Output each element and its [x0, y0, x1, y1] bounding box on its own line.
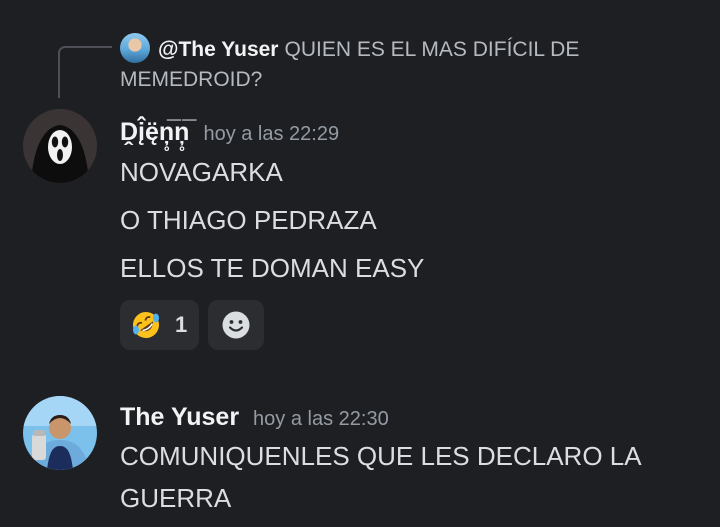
city-player-avatar-icon[interactable]	[120, 33, 150, 63]
message-2: The Yuser hoy a las 22:30 COMUNIQUENLES Q…	[120, 400, 700, 519]
reaction-bar: 1	[120, 300, 265, 350]
city-player-avatar-icon[interactable]	[23, 396, 97, 470]
add-reaction-button[interactable]	[208, 300, 265, 350]
message-timestamp: hoy a las 22:29	[203, 123, 340, 145]
message-line: O THIAGO PEDRAZA	[120, 205, 377, 235]
message-author[interactable]: Ḓį̂ę̈ņ̥̅ņ̥̅	[120, 118, 189, 146]
reply-reference[interactable]: @The Yuser QUIEN ES EL MAS DIFÍCIL DE MEM…	[120, 33, 640, 95]
reply-spine	[58, 46, 112, 98]
message-1: Ḓį̂ę̈ņ̥̅ņ̥̅ hoy a las 22:29 NOVAGARKA O T…	[120, 115, 424, 292]
message-timestamp: hoy a las 22:30	[253, 408, 389, 430]
reaction-count: 1	[175, 312, 188, 337]
message-line: ELLOS TE DOMAN EASY	[120, 253, 425, 283]
message-author[interactable]: The Yuser	[120, 403, 239, 431]
rofl-emoji-icon	[133, 312, 159, 338]
reaction-rofl-button[interactable]: 1	[120, 300, 200, 350]
add-reaction-smile-icon	[222, 311, 250, 339]
ghostface-avatar-icon[interactable]	[23, 109, 97, 183]
message-line: COMUNIQUENLES QUE LES DECLARO LA GUERRA	[120, 441, 641, 513]
message-line: NOVAGARKA	[120, 157, 283, 187]
reply-author[interactable]: @The Yuser	[158, 38, 278, 61]
